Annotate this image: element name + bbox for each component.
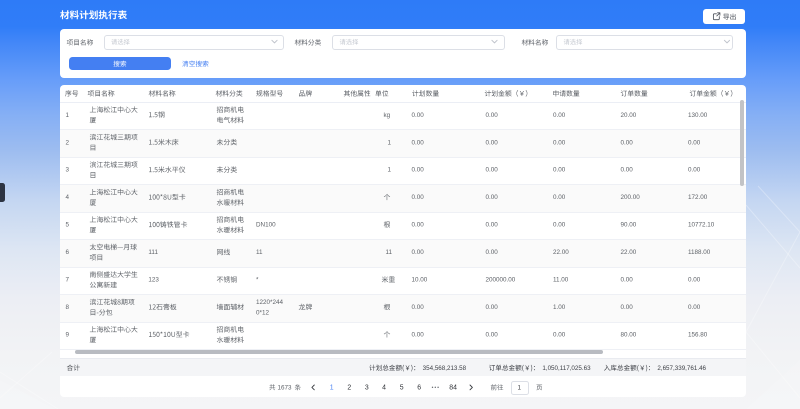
svg-text:1: 1 <box>388 139 392 146</box>
svg-text:200000.00: 200000.00 <box>486 277 516 284</box>
svg-text:0.00: 0.00 <box>412 249 425 256</box>
svg-text:9: 9 <box>66 332 70 339</box>
svg-text:2: 2 <box>347 385 351 392</box>
svg-text:7: 7 <box>66 277 70 284</box>
svg-text:1220*244: 1220*244 <box>256 299 283 306</box>
svg-text:0*12: 0*12 <box>256 309 269 316</box>
svg-text:DN100: DN100 <box>256 222 276 229</box>
svg-text:11: 11 <box>386 249 393 256</box>
svg-text:1673: 1673 <box>278 384 293 391</box>
svg-text:200.00: 200.00 <box>621 194 641 201</box>
svg-text:1.00: 1.00 <box>553 304 566 311</box>
svg-text:5: 5 <box>66 222 70 229</box>
svg-text:80.00: 80.00 <box>621 332 637 339</box>
svg-text:0.00: 0.00 <box>486 332 499 339</box>
svg-text:130.00: 130.00 <box>688 112 708 119</box>
svg-text:0.00: 0.00 <box>486 194 499 201</box>
svg-text:0.00: 0.00 <box>553 194 566 201</box>
svg-text:0.00: 0.00 <box>688 304 701 311</box>
svg-text:11: 11 <box>256 249 263 256</box>
svg-text:0.00: 0.00 <box>412 139 425 146</box>
svg-text:5: 5 <box>400 385 404 392</box>
svg-text:0.00: 0.00 <box>486 304 499 311</box>
svg-text:0.00: 0.00 <box>621 304 634 311</box>
svg-text:22.00: 22.00 <box>553 249 569 256</box>
svg-text:0.00: 0.00 <box>486 167 499 174</box>
svg-text:6: 6 <box>417 385 421 392</box>
svg-text:0.00: 0.00 <box>688 139 701 146</box>
svg-text:2: 2 <box>66 139 70 146</box>
svg-text:1: 1 <box>388 167 392 174</box>
svg-text:1: 1 <box>66 112 70 119</box>
svg-text:0.00: 0.00 <box>412 332 425 339</box>
svg-text:0.00: 0.00 <box>553 112 566 119</box>
svg-text:0.00: 0.00 <box>688 277 701 284</box>
svg-text:156.80: 156.80 <box>688 332 708 339</box>
svg-text:354,568,213.58: 354,568,213.58 <box>423 365 467 372</box>
svg-text:111: 111 <box>148 249 158 256</box>
svg-text:0.00: 0.00 <box>486 112 499 119</box>
svg-text:0.00: 0.00 <box>412 194 425 201</box>
svg-text:0.00: 0.00 <box>412 222 425 229</box>
svg-text:kg: kg <box>384 112 391 119</box>
svg-text:*: * <box>256 277 259 284</box>
svg-text:0.00: 0.00 <box>553 332 566 339</box>
svg-text:0.00: 0.00 <box>553 139 566 146</box>
svg-text:0.00: 0.00 <box>412 112 425 119</box>
svg-text:0.00: 0.00 <box>486 139 499 146</box>
svg-text:1: 1 <box>518 384 522 391</box>
svg-text:0.00: 0.00 <box>486 249 499 256</box>
svg-text:22.00: 22.00 <box>621 249 637 256</box>
svg-text:0.00: 0.00 <box>621 277 634 284</box>
svg-text:0.00: 0.00 <box>553 167 566 174</box>
svg-text:0.00: 0.00 <box>688 167 701 174</box>
svg-text:1,050,117,025.63: 1,050,117,025.63 <box>542 365 591 372</box>
svg-text:3: 3 <box>66 167 70 174</box>
svg-text:0.00: 0.00 <box>412 167 425 174</box>
svg-text:3: 3 <box>365 385 369 392</box>
svg-text:123: 123 <box>148 277 159 284</box>
svg-text:0.00: 0.00 <box>621 139 634 146</box>
svg-text:90.00: 90.00 <box>621 222 637 229</box>
svg-text:0.00: 0.00 <box>553 222 566 229</box>
svg-text:0.00: 0.00 <box>486 222 499 229</box>
svg-text:4: 4 <box>66 194 70 201</box>
svg-text:10.00: 10.00 <box>412 277 428 284</box>
svg-text:1188.00: 1188.00 <box>688 249 711 256</box>
svg-text:0.00: 0.00 <box>621 167 634 174</box>
svg-text:172.00: 172.00 <box>688 194 708 201</box>
svg-text:0.00: 0.00 <box>412 304 425 311</box>
svg-text:4: 4 <box>382 385 386 392</box>
svg-text:1: 1 <box>330 385 334 392</box>
svg-text:10772.10: 10772.10 <box>688 222 715 229</box>
svg-text:6: 6 <box>66 249 70 256</box>
svg-text:8: 8 <box>66 304 70 311</box>
svg-text:11.00: 11.00 <box>553 277 569 284</box>
svg-text:84: 84 <box>449 385 457 392</box>
svg-text:20.00: 20.00 <box>621 112 637 119</box>
svg-text:2,657,339,761.46: 2,657,339,761.46 <box>657 365 706 372</box>
